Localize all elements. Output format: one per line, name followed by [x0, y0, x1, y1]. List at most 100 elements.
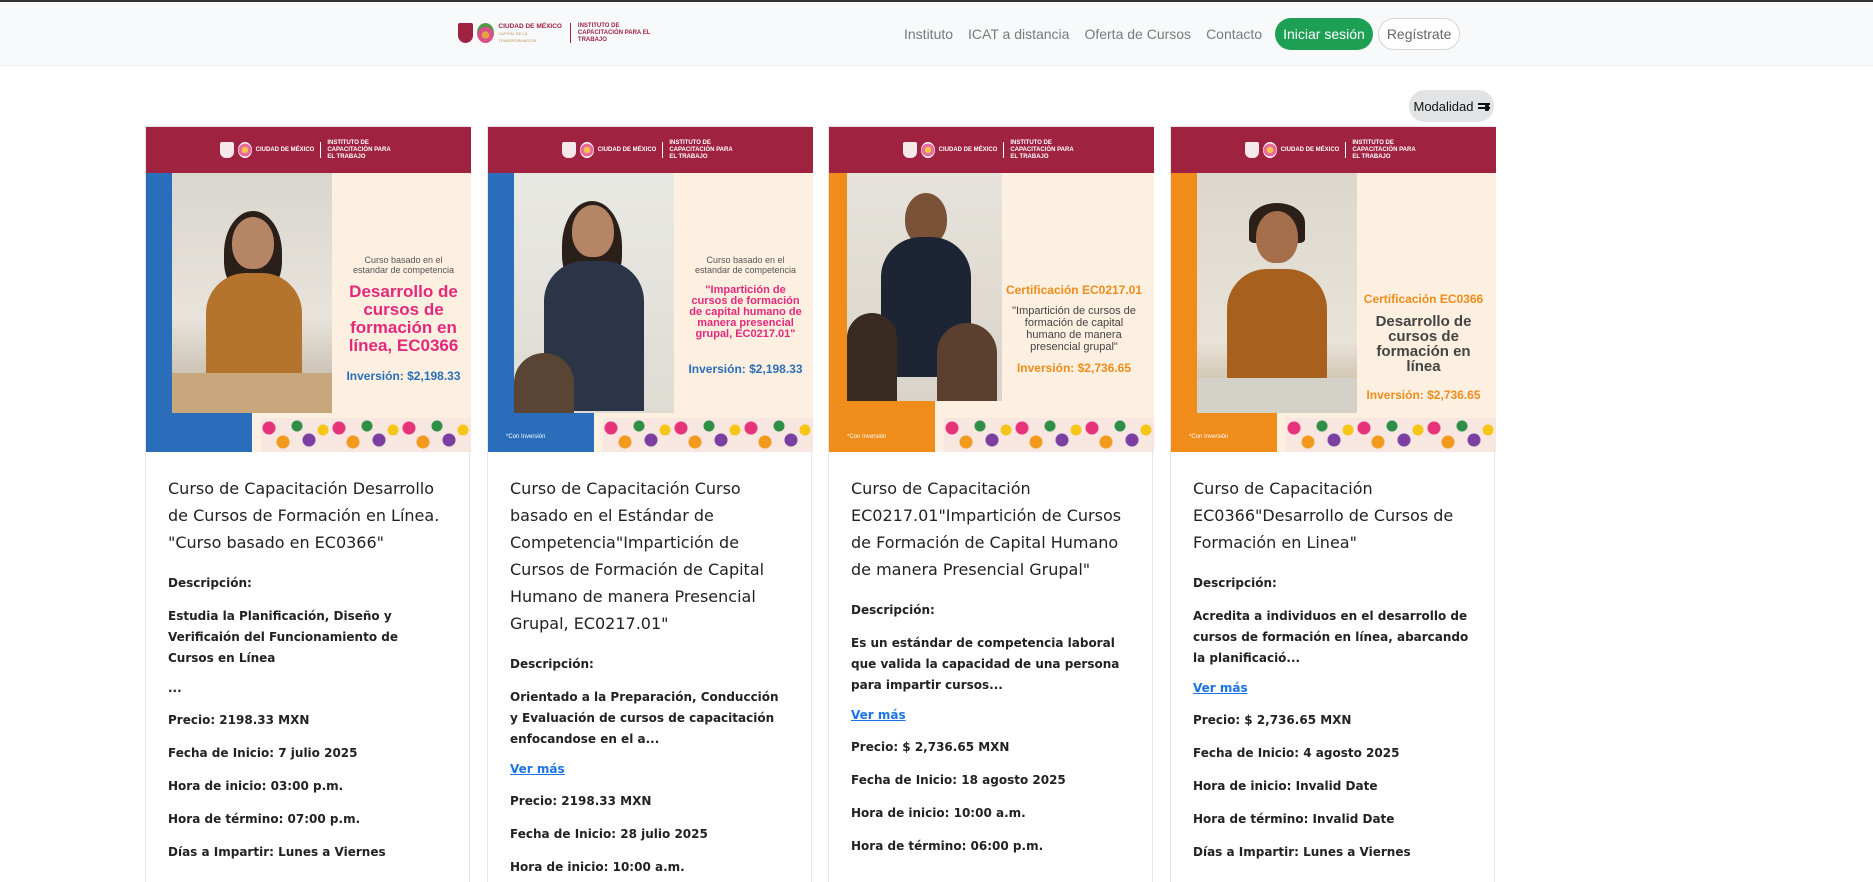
- course-banner[interactable]: CIUDAD DE MÉXICO INSTITUTO DE CAPACITACI…: [146, 127, 471, 452]
- course-start-time: Hora de inicio: Invalid Date: [1193, 779, 1378, 793]
- banner-institute-text: INSTITUTO DE CAPACITACIÓN PARA EL TRABAJ…: [1352, 139, 1416, 160]
- cdmx-flower-icon: [237, 142, 252, 158]
- navbar: CIUDAD DE MÉXICO CAPITAL DE LA TRANSFORM…: [0, 2, 1873, 66]
- course-price: Precio: $ 2,736.65 MXN: [851, 740, 1010, 754]
- banner-pretitle: Certificación EC0366: [1363, 292, 1484, 306]
- banner-divider: [1345, 142, 1347, 158]
- floral-border: [261, 418, 471, 452]
- banner-divider: [320, 142, 322, 158]
- banner-price: Inversión: $2,198.33: [688, 362, 803, 376]
- cdmx-flower-icon: [920, 142, 935, 158]
- banner-city-text: CIUDAD DE MÉXICO: [938, 146, 998, 153]
- course-card[interactable]: CIUDAD DE MÉXICO INSTITUTO DE CAPACITACI…: [487, 126, 813, 882]
- course-end-time: Hora de término: Invalid Date: [1193, 812, 1395, 826]
- description-label: Descripción:: [1193, 576, 1277, 590]
- floral-border: [1286, 418, 1496, 452]
- banner-note: *Con Inversión: [506, 434, 546, 440]
- register-button[interactable]: Regístrate: [1377, 18, 1461, 50]
- banner-photo: [1197, 173, 1357, 413]
- course-banner[interactable]: CIUDAD DE MÉXICO INSTITUTO DE CAPACITACI…: [1171, 127, 1496, 452]
- cdmx-flower-icon: [579, 142, 594, 158]
- banner-photo: [172, 173, 332, 413]
- course-start-time: Hora de inicio: 10:00 a.m.: [851, 806, 1026, 820]
- banner-headline: "Impartición de cursos de formación de c…: [1012, 305, 1136, 353]
- banner-header: CIUDAD DE MÉXICO INSTITUTO DE CAPACITACI…: [146, 127, 471, 173]
- nav-contacto[interactable]: Contacto: [1206, 26, 1262, 42]
- ver-mas-link[interactable]: Ver más: [510, 762, 789, 776]
- cdmx-shield-icon: [219, 142, 234, 158]
- logo-city-text: CIUDAD DE MÉXICO CAPITAL DE LA TRANSFORM…: [498, 22, 562, 43]
- nav-instituto[interactable]: Instituto: [904, 26, 953, 42]
- ver-mas-link[interactable]: Ver más: [851, 708, 1130, 722]
- banner-header: CIUDAD DE MÉXICO INSTITUTO DE CAPACITACI…: [488, 127, 813, 173]
- banner-city-text: CIUDAD DE MÉXICO: [1280, 146, 1340, 153]
- course-card[interactable]: CIUDAD DE MÉXICO INSTITUTO DE CAPACITACI…: [1170, 126, 1496, 882]
- cdmx-shield-icon: [902, 142, 917, 158]
- banner-institute-text: INSTITUTO DE CAPACITACIÓN PARA EL TRABAJ…: [1010, 139, 1074, 160]
- login-button[interactable]: Iniciar sesión: [1275, 18, 1373, 50]
- cdmx-shield-icon: [561, 142, 576, 158]
- course-start-date: Fecha de Inicio: 18 agosto 2025: [851, 773, 1066, 787]
- logo-divider: [569, 23, 571, 43]
- course-days: Días a Impartir: Lunes a Viernes: [1193, 845, 1411, 859]
- banner-photo: [847, 173, 1002, 401]
- banner-pretitle: Certificación EC0217.01: [1005, 283, 1143, 297]
- banner-price: Inversión: $2,736.65: [1016, 361, 1132, 375]
- course-start-time: Hora de inicio: 10:00 a.m.: [510, 860, 685, 874]
- banner-headline: Desarrollo de cursos de formación en lín…: [1375, 313, 1472, 375]
- course-title[interactable]: Curso de Capacitación Desarrollo de Curs…: [168, 475, 447, 556]
- banner-header: CIUDAD DE MÉXICO INSTITUTO DE CAPACITACI…: [1171, 127, 1496, 173]
- description-label: Descripción:: [851, 603, 935, 617]
- ver-mas-link[interactable]: Ver más: [1193, 681, 1472, 695]
- course-days: Días a Impartir: Lunes a Viernes: [168, 845, 386, 859]
- course-description: Estudia la Planificación, Diseño y Verif…: [168, 609, 398, 665]
- modalidad-filter-button[interactable]: Modalidad: [1409, 90, 1494, 122]
- course-end-time: Hora de término: 07:00 p.m.: [168, 812, 361, 826]
- description-ellipsis: ...: [168, 681, 182, 695]
- course-start-date: Fecha de Inicio: 28 julio 2025: [510, 827, 708, 841]
- course-title[interactable]: Curso de Capacitación Curso basado en el…: [510, 475, 789, 637]
- banner-header: CIUDAD DE MÉXICO INSTITUTO DE CAPACITACI…: [829, 127, 1154, 173]
- logo-institute-text: INSTITUTO DE CAPACITACIÓN PARA EL TRABAJ…: [577, 22, 651, 43]
- icat-logo[interactable]: CIUDAD DE MÉXICO CAPITAL DE LA TRANSFORM…: [458, 19, 658, 47]
- banner-institute-text: INSTITUTO DE CAPACITACIÓN PARA EL TRABAJ…: [327, 139, 391, 160]
- nav-icat-a-distancia[interactable]: ICAT a distancia: [968, 26, 1069, 42]
- course-price: Precio: 2198.33 MXN: [510, 794, 652, 808]
- course-start-date: Fecha de Inicio: 7 julio 2025: [168, 746, 358, 760]
- banner-price: Inversión: $2,198.33: [346, 369, 461, 383]
- banner-note: *Con Inversión: [1189, 434, 1229, 440]
- banner-headline: "Impartición de cursos de formación de c…: [689, 284, 802, 340]
- banner-headline: Desarrollo de cursos de formación en lín…: [348, 282, 459, 355]
- course-banner[interactable]: CIUDAD DE MÉXICO INSTITUTO DE CAPACITACI…: [829, 127, 1154, 452]
- nav-oferta-de-cursos[interactable]: Oferta de Cursos: [1084, 26, 1191, 42]
- course-start-time: Hora de inicio: 03:00 p.m.: [168, 779, 344, 793]
- cdmx-shield-icon: [1244, 142, 1259, 158]
- course-description: Acredita a individuos en el desarrollo d…: [1193, 609, 1469, 665]
- course-card[interactable]: CIUDAD DE MÉXICO INSTITUTO DE CAPACITACI…: [828, 126, 1154, 882]
- banner-pretitle: Curso basado en el estandar de competenc…: [694, 255, 797, 275]
- course-banner[interactable]: CIUDAD DE MÉXICO INSTITUTO DE CAPACITACI…: [488, 127, 813, 452]
- course-description: Orientado a la Preparación, Conducción y…: [510, 690, 779, 746]
- course-title[interactable]: Curso de Capacitación EC0366"Desarrollo …: [1193, 475, 1472, 556]
- cdmx-flower-icon: [1262, 142, 1277, 158]
- description-label: Descripción:: [168, 576, 252, 590]
- banner-photo: [514, 173, 674, 413]
- banner-institute-text: INSTITUTO DE CAPACITACIÓN PARA EL TRABAJ…: [669, 139, 733, 160]
- banner-divider: [662, 142, 664, 158]
- banner-note: *Con Inversión: [847, 434, 887, 440]
- floral-border: [944, 418, 1154, 452]
- course-title[interactable]: Curso de Capacitación EC0217.01"Impartic…: [851, 475, 1130, 583]
- banner-city-text: CIUDAD DE MÉXICO: [597, 146, 657, 153]
- course-price: Precio: $ 2,736.65 MXN: [1193, 713, 1352, 727]
- course-card[interactable]: CIUDAD DE MÉXICO INSTITUTO DE CAPACITACI…: [145, 126, 471, 882]
- cdmx-shield-icon: [458, 23, 474, 43]
- course-end-time: Hora de término: 06:00 p.m.: [851, 839, 1044, 853]
- modalidad-label: Modalidad: [1413, 98, 1474, 114]
- course-description: Es un estándar de competencia laboral qu…: [851, 636, 1120, 692]
- banner-divider: [1003, 142, 1005, 158]
- course-price: Precio: 2198.33 MXN: [168, 713, 310, 727]
- sliders-icon: [1477, 101, 1490, 111]
- cdmx-flower-icon: [477, 23, 495, 43]
- description-label: Descripción:: [510, 657, 594, 671]
- floral-border: [603, 418, 813, 452]
